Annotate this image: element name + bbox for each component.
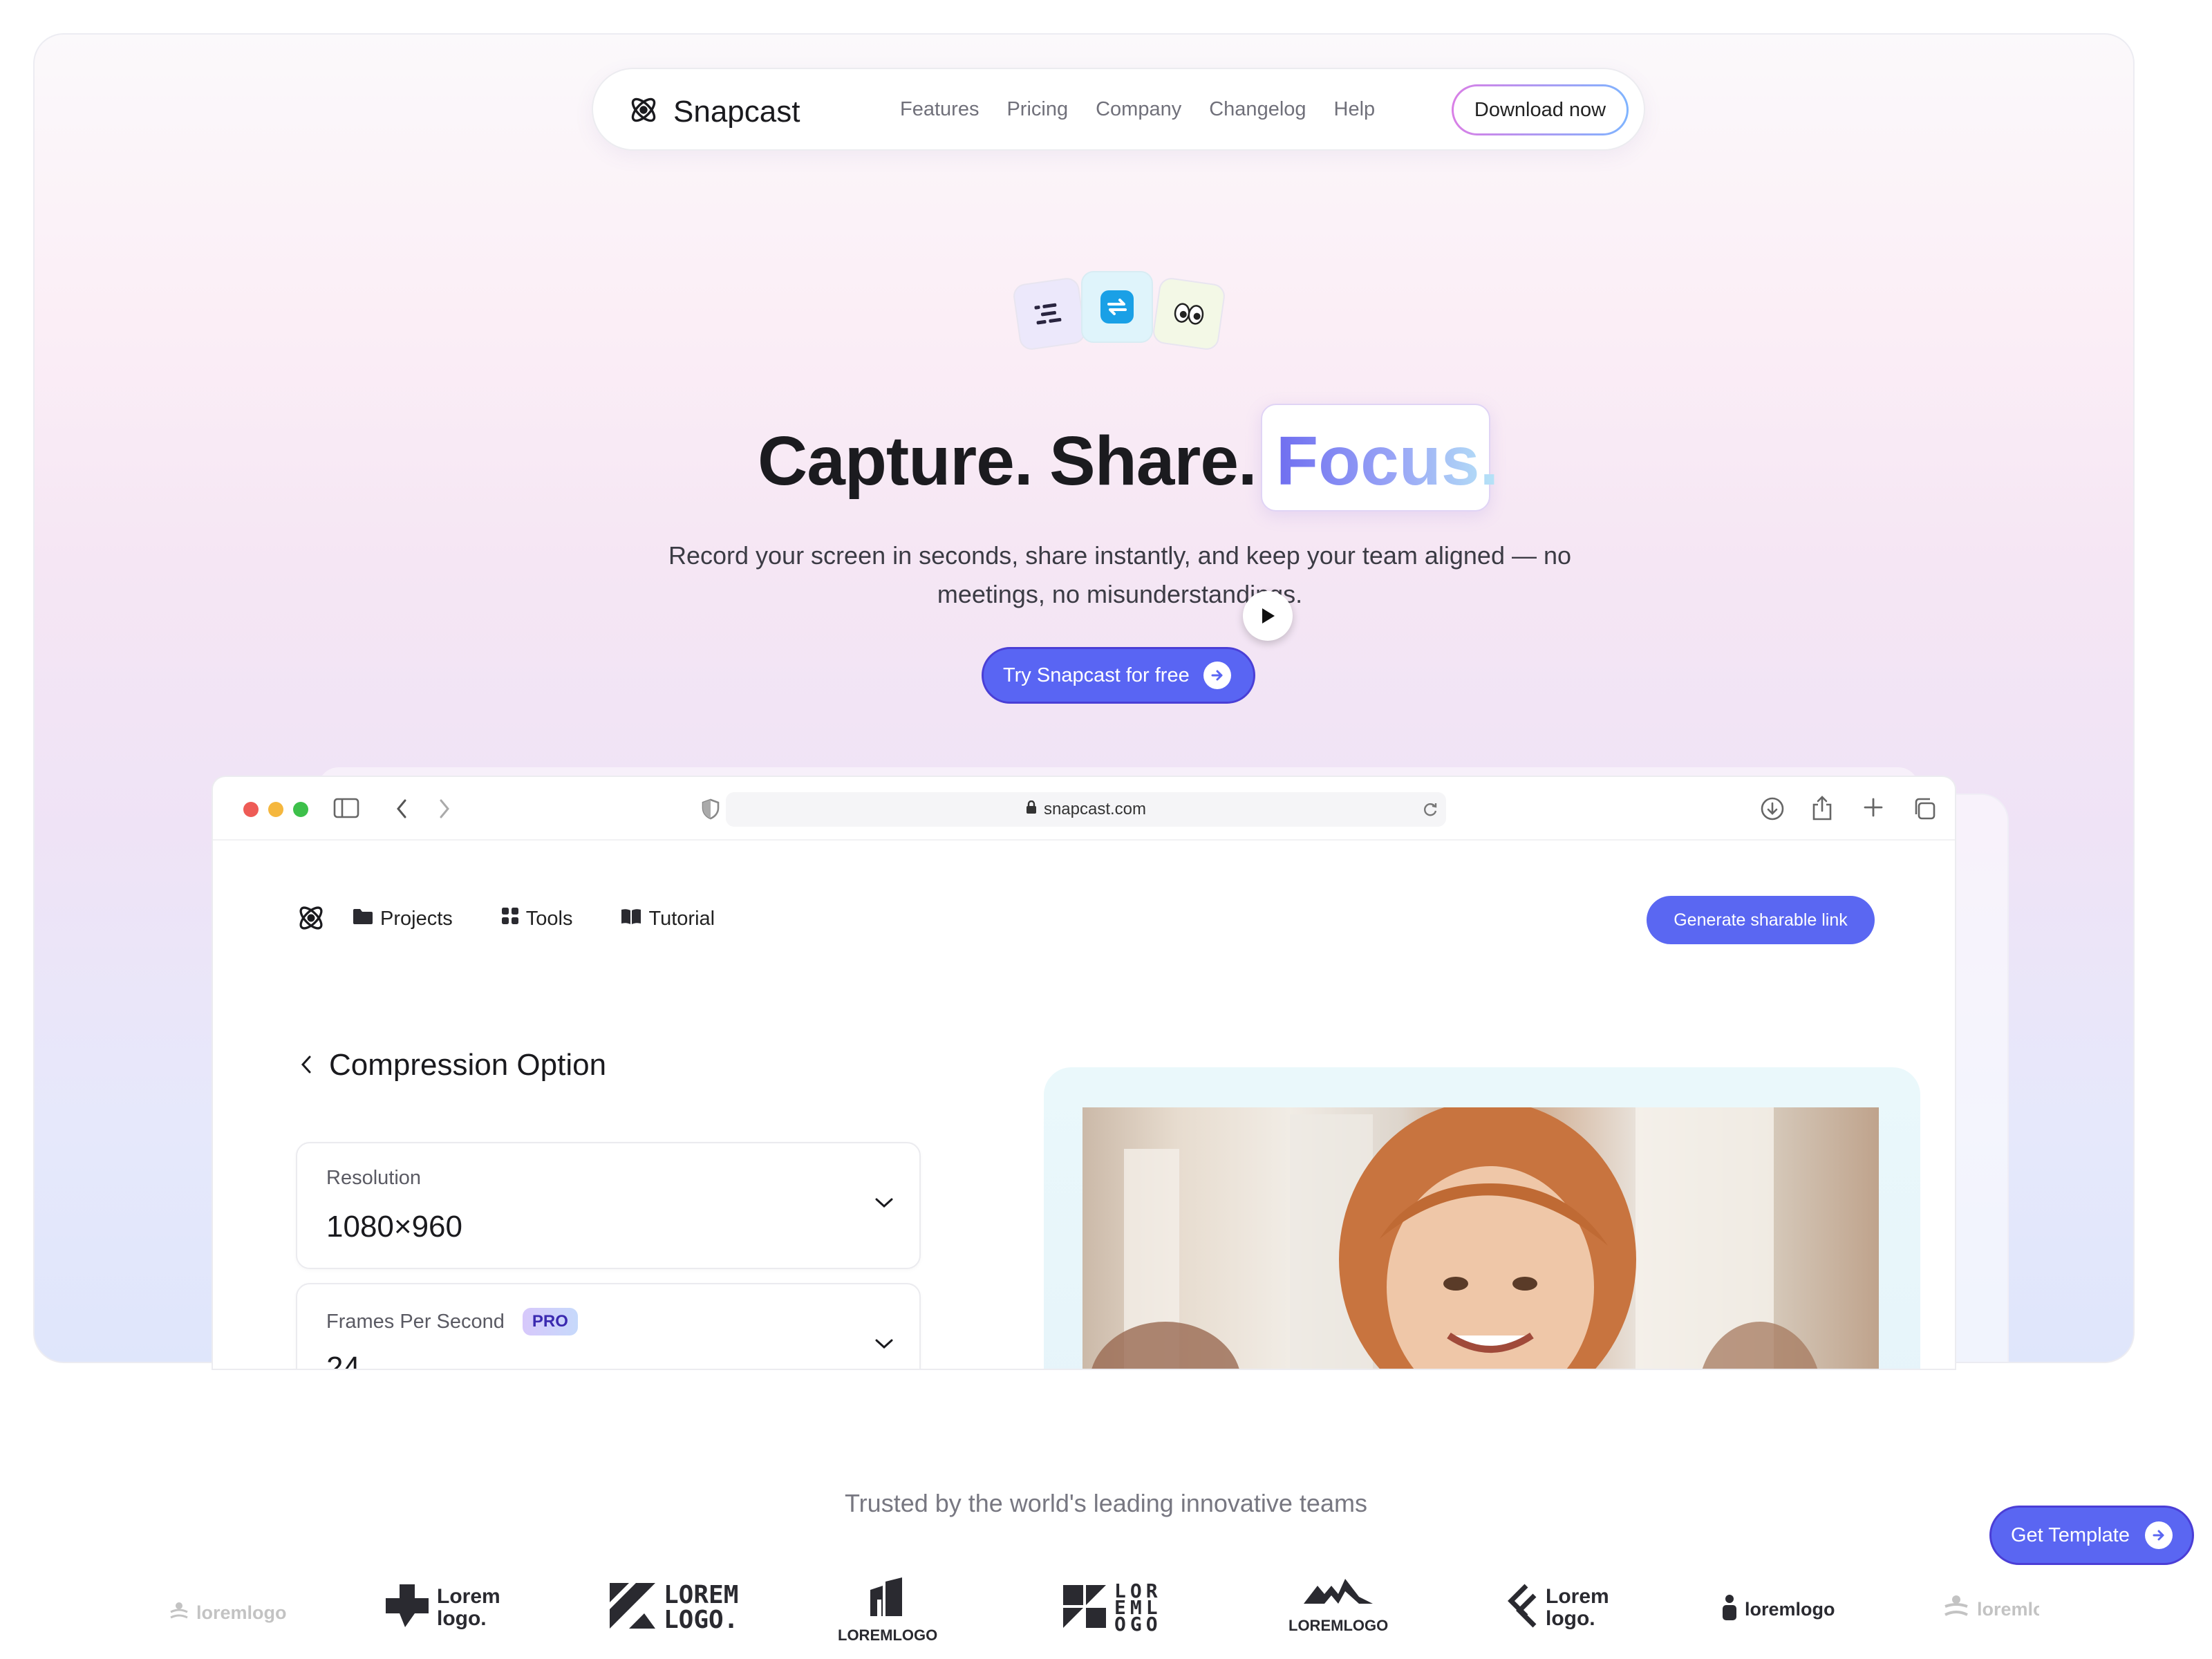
text-lines-icon [1011,276,1087,352]
sidebar-toggle-icon[interactable] [333,798,359,822]
tile-logo-icon [1062,1584,1107,1633]
resolution-label: Resolution [326,1167,422,1189]
maximize-window-dot[interactable] [293,802,308,817]
book-icon [621,908,641,930]
top-navbar: Snapcast Features Pricing Company Change… [592,68,1645,151]
chevron-down-icon [874,1337,894,1354]
partner-logo-2: Lorem logo. [384,1583,506,1632]
k-logo-icon [608,1582,657,1633]
chevron-down-icon [874,1196,894,1213]
play-button[interactable] [1243,591,1293,641]
arrow-right-icon [2144,1521,2173,1549]
fps-select[interactable]: Frames Per Second PRO 24 [296,1283,921,1370]
back-icon[interactable] [395,798,409,823]
new-tab-icon[interactable] [1862,796,1884,822]
compression-header: Compression Option [300,1048,606,1082]
partner-logo-6: LOREMLOGO [1288,1576,1388,1635]
shield-icon[interactable] [701,798,720,823]
partner-logo-5: LOR EML OGO [1062,1582,1167,1634]
app-nav-tools[interactable]: Tools [501,907,573,930]
partner-logo-4: LOREMLOGO [838,1576,937,1644]
app-nav-tutorial-label: Tutorial [648,907,715,930]
try-free-label: Try Snapcast for free [1003,664,1190,686]
compression-title: Compression Option [329,1048,607,1082]
pro-badge: PRO [522,1308,578,1335]
partner-logo-3: LOREM LOGO. [608,1582,738,1633]
generate-link-button[interactable]: Generate sharable link [1647,896,1875,944]
get-template-label: Get Template [2011,1524,2130,1546]
download-icon[interactable] [1760,796,1785,825]
reload-icon[interactable] [1421,800,1439,823]
loremlogo-icon [169,1601,189,1625]
hero-subtitle: Record your screen in seconds, share ins… [668,541,1572,608]
building-logo-icon [868,1576,908,1622]
fps-label-row: Frames Per Second PRO [326,1308,578,1335]
app-nav-projects-label: Projects [380,907,453,930]
headline-capture: Capture. [758,422,1033,500]
headline-focus-box: Focus. [1261,404,1499,512]
nav-links: Features Pricing Company Changelog Help [900,98,1375,121]
browser-toolbar: snapcast.com [213,777,1955,841]
app-nav-tools-label: Tools [525,907,573,930]
resolution-select[interactable]: Resolution 1080×960 [296,1142,921,1269]
hero-icon-stack [1011,265,1230,376]
grid-icon [501,907,519,930]
app-nav-projects[interactable]: Projects [353,907,453,930]
nav-link-pricing[interactable]: Pricing [1006,98,1068,121]
download-now-button[interactable]: Download now [1452,84,1629,135]
nav-link-changelog[interactable]: Changelog [1209,98,1306,121]
resolution-value: 1080×960 [326,1210,462,1244]
app-logo-icon[interactable] [294,901,328,938]
tabs-overview-icon[interactable] [1912,796,1937,825]
partner-logo-7: Lorem logo. [1506,1583,1615,1632]
nav-link-help[interactable]: Help [1334,98,1376,121]
headline-share: Share. [1049,422,1257,500]
url-text: snapcast.com [1043,800,1147,818]
fps-label: Frames Per Second [326,1310,505,1333]
trusted-title: Trusted by the world's leading innovativ… [845,1489,1367,1517]
brand-name: Snapcast [673,94,800,129]
nav-link-features[interactable]: Features [900,98,979,121]
person-logo-icon [1942,1594,1970,1625]
nav-link-company[interactable]: Company [1096,98,1181,121]
partner-logos: loremlogo Lorem logo. LOREM LOGO. LOREML… [0,1576,2212,1659]
snapcast-logo-icon [626,93,661,131]
headline-focus: Focus. [1276,422,1499,500]
arrow-right-icon [1203,662,1231,689]
try-free-button[interactable]: Try Snapcast for free [982,647,1255,704]
get-template-button[interactable]: Get Template [1989,1506,2194,1565]
fps-value: 24 [326,1351,360,1370]
forward-icon[interactable] [437,798,451,823]
partner-logo-1: loremlogo [169,1601,287,1625]
chevron-stripes-logo-icon [1506,1583,1539,1632]
video-preview-image[interactable] [1082,1107,1879,1369]
sync-icon [1081,271,1153,343]
app-nav: Projects Tools Tutorial [353,907,715,930]
close-window-dot[interactable] [243,802,259,817]
folder-icon [353,908,373,930]
share-icon[interactable] [1811,795,1833,825]
address-bar[interactable]: snapcast.com [726,792,1446,827]
eyes-icon [1151,276,1227,352]
minimize-window-dot[interactable] [268,802,283,817]
partner-logo-9: loremlogo [1942,1594,2039,1625]
chevron-left-icon[interactable] [300,1048,312,1082]
mountain-logo-icon [1302,1576,1374,1613]
brand[interactable]: Snapcast [626,93,800,131]
figure-logo-icon [1721,1594,1738,1625]
lock-icon [1026,800,1037,819]
cross-logo-icon [384,1583,430,1632]
partner-logo-8: loremlogo [1721,1594,1835,1625]
browser-window: snapcast.com Projects Tools Tutorial Gen… [212,776,1956,1370]
app-nav-tutorial[interactable]: Tutorial [621,907,715,930]
